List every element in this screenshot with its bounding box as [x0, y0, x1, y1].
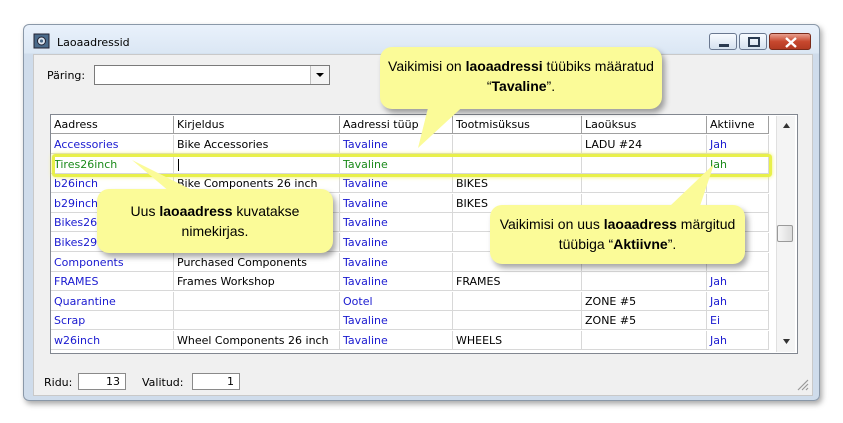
- table-cell[interactable]: Bike Accessories: [174, 135, 340, 154]
- table-cell[interactable]: FRAMES: [51, 272, 174, 291]
- table-cell[interactable]: Tavaline: [340, 233, 453, 252]
- table-cell[interactable]: Accessories: [51, 135, 174, 154]
- chevron-down-icon[interactable]: [310, 66, 329, 84]
- rows-count-value: 13: [78, 373, 126, 390]
- table-cell[interactable]: Frames Workshop: [174, 272, 340, 291]
- selected-count-value: 1: [192, 373, 240, 390]
- table-cell[interactable]: ZONE #5: [582, 311, 707, 330]
- table-cell[interactable]: WHEELS: [453, 331, 582, 350]
- table-cell[interactable]: [453, 311, 582, 330]
- selected-count-label: Valitud:: [142, 376, 184, 389]
- query-select[interactable]: [94, 65, 330, 85]
- column-header[interactable]: Aktiivne: [707, 116, 769, 134]
- scrollbar-thumb[interactable]: [777, 225, 793, 242]
- table-cell[interactable]: Tavaline: [340, 272, 453, 291]
- table-cell[interactable]: Jah: [707, 135, 769, 154]
- table-cell[interactable]: [174, 292, 340, 311]
- table-cell[interactable]: ZONE #5: [582, 292, 707, 311]
- callout-new-address: Uus laoaadress kuvatakse nimekirjas.: [97, 189, 333, 253]
- maximize-button[interactable]: [739, 33, 767, 50]
- table-cell[interactable]: LADU #24: [582, 135, 707, 154]
- callout-pointer-left: [132, 160, 196, 192]
- maximize-icon: [748, 37, 760, 47]
- table-cell[interactable]: Jah: [707, 292, 769, 311]
- table-cell[interactable]: Tavaline: [340, 194, 453, 213]
- table-cell[interactable]: Jah: [707, 272, 769, 291]
- minimize-icon: [719, 44, 729, 47]
- callout-pointer-top: [418, 100, 470, 148]
- window-title: Laoaadressid: [57, 36, 130, 49]
- table-cell[interactable]: Components: [51, 253, 174, 272]
- resize-grip-icon[interactable]: [796, 378, 810, 392]
- column-header[interactable]: Laoüksus: [582, 116, 707, 134]
- table-cell[interactable]: Tavaline: [340, 331, 453, 350]
- table-cell[interactable]: Tavaline: [340, 253, 453, 272]
- table-cell[interactable]: Tavaline: [340, 213, 453, 232]
- close-button[interactable]: [769, 33, 811, 50]
- table-cell[interactable]: Wheel Components 26 inch: [174, 331, 340, 350]
- table-cell[interactable]: Jah: [707, 331, 769, 350]
- table-cell[interactable]: [174, 311, 340, 330]
- query-label: Päring:: [47, 69, 86, 82]
- column-header[interactable]: Kirjeldus: [174, 116, 340, 134]
- gear-window-icon: [33, 33, 50, 49]
- table-cell[interactable]: Purchased Components: [174, 253, 340, 272]
- table-cell[interactable]: Ei: [707, 311, 769, 330]
- column-header[interactable]: Aadress: [51, 116, 174, 134]
- table-cell[interactable]: [582, 331, 707, 350]
- table-cell[interactable]: w26inch: [51, 331, 174, 350]
- table-cell[interactable]: [582, 272, 707, 291]
- table-cell[interactable]: FRAMES: [453, 272, 582, 291]
- callout-pointer-right: [670, 164, 714, 206]
- table-cell[interactable]: [453, 292, 582, 311]
- minimize-button[interactable]: [709, 33, 737, 50]
- close-icon: [785, 37, 797, 48]
- table-cell[interactable]: Ootel: [340, 292, 453, 311]
- table-cell[interactable]: Scrap: [51, 311, 174, 330]
- rows-count-label: Ridu:: [44, 376, 73, 389]
- table-cell[interactable]: Tavaline: [340, 311, 453, 330]
- callout-active-flag: Vaikimisi on uus laoaadress märgitud tüü…: [490, 205, 745, 264]
- table-cell[interactable]: Quarantine: [51, 292, 174, 311]
